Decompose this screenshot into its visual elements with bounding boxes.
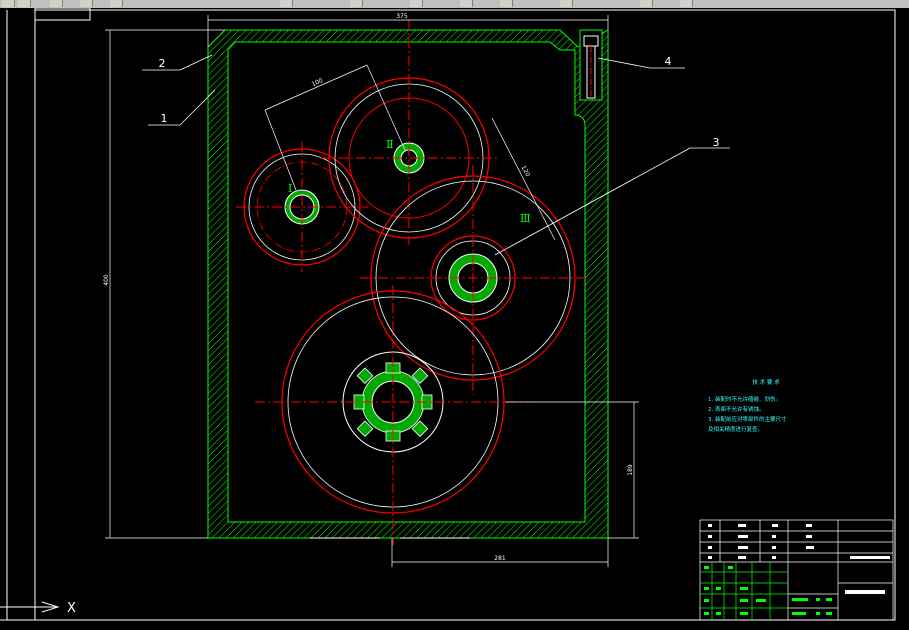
dim-center-distance-2: 120: [520, 165, 532, 179]
shaft-label-2: Ⅱ: [386, 138, 393, 151]
open-icon[interactable]: [18, 0, 31, 7]
plot-icon[interactable]: [110, 0, 123, 7]
tech-req-line-4: 及相关精度进行复查。: [708, 425, 763, 433]
pan-icon[interactable]: [350, 0, 363, 7]
shaft-label-1: Ⅰ: [288, 182, 292, 195]
callout-2: 2: [159, 57, 166, 70]
dim-lower-horizontal: 281: [494, 555, 506, 562]
calculator-icon[interactable]: [560, 0, 573, 7]
undo-icon[interactable]: [280, 0, 293, 7]
dim-lower-vertical: 189: [627, 464, 634, 476]
properties-icon[interactable]: [460, 0, 473, 7]
layer-icon[interactable]: [640, 0, 653, 7]
ucs-icon: X: [0, 601, 76, 616]
dim-overall-width: 375: [396, 13, 408, 20]
tech-req-line-3: 3. 装配前应对零部件的主要尺寸: [708, 415, 787, 423]
tech-req-line-1: 1. 装配时不允许磕碰、划伤。: [708, 395, 781, 403]
title-block-entries: [708, 524, 890, 594]
title-block-green-grid: [700, 562, 788, 620]
gear-shaft-3: [360, 165, 590, 395]
technical-requirements: 技 术 要 求 1. 装配时不允许磕碰、划伤。 2. 表面不允许有锈蚀。 3. …: [708, 378, 787, 433]
cad-toolbar: [0, 0, 909, 8]
tech-req-line-2: 2. 表面不允许有锈蚀。: [708, 405, 765, 413]
callout-4: 4: [665, 55, 672, 68]
layer-state-icon[interactable]: [680, 0, 693, 7]
tech-req-title: 技 术 要 求: [752, 378, 780, 386]
drawing-canvas[interactable]: 375 400 100 120 281 189 2 1 3 4 Ⅰ Ⅱ Ⅲ 技 …: [0, 8, 909, 630]
dim-overall-height: 400: [103, 274, 110, 286]
gearbox-housing: [207, 29, 609, 539]
callout-leaders: [142, 54, 730, 256]
callout-1: 1: [161, 112, 168, 125]
callout-3: 3: [713, 136, 720, 149]
zoom-icon[interactable]: [410, 0, 423, 7]
save-icon[interactable]: [50, 0, 63, 7]
ucs-x-label: X: [67, 601, 76, 616]
new-icon[interactable]: [2, 0, 15, 7]
gear-output: [255, 285, 530, 545]
gear-shaft-1: [236, 142, 368, 272]
shaft-label-3: Ⅲ: [520, 212, 531, 225]
design-center-icon[interactable]: [500, 0, 513, 7]
print-icon[interactable]: [80, 0, 93, 7]
title-block: [699, 519, 894, 621]
